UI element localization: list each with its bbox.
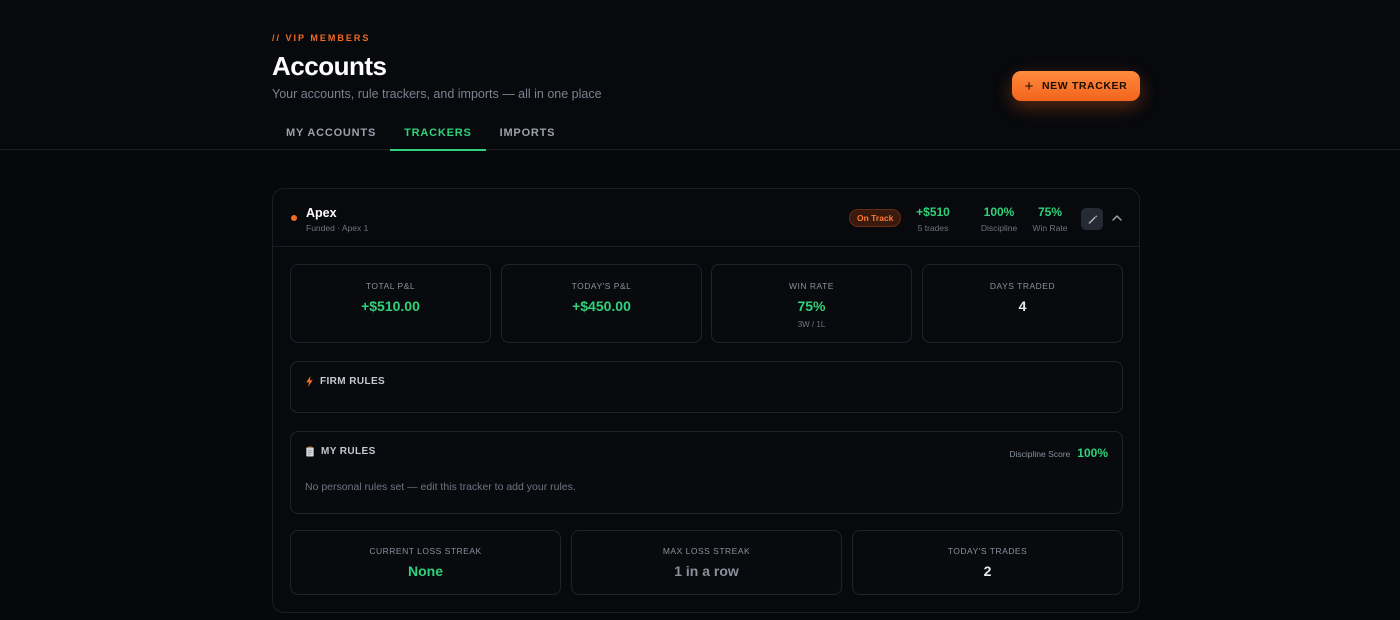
stat-current-loss-streak-value: None <box>408 563 443 579</box>
stat-max-loss-streak: MAX LOSS STREAK 1 in a row <box>571 530 842 595</box>
stat-max-loss-streak-value: 1 in a row <box>674 563 739 579</box>
header-stat-discipline-label: Discipline <box>980 223 1018 233</box>
stat-today-trades-value: 2 <box>983 563 992 579</box>
header-stat-winrate: 75% Win Rate <box>1028 205 1072 233</box>
stat-total-pnl: TOTAL P&L +$510.00 <box>290 264 491 343</box>
stat-total-pnl-label: TOTAL P&L <box>365 281 416 291</box>
tab-imports[interactable]: IMPORTS <box>486 114 570 151</box>
lightning-icon <box>306 376 313 387</box>
stat-today-trades-label: TODAY'S TRADES <box>947 546 1028 556</box>
stat-days-traded-label: DAYS TRADED <box>989 281 1056 291</box>
new-tracker-label: NEW TRACKER <box>1042 80 1128 92</box>
stat-days-traded-value: 4 <box>1018 298 1027 314</box>
clipboard-icon <box>306 446 314 457</box>
my-rules-title: MY RULES <box>305 446 376 457</box>
my-rules-panel: MY RULES Discipline Score 100% No person… <box>290 431 1123 514</box>
my-rules-title-text: MY RULES <box>321 446 376 457</box>
page-header <box>0 0 1400 150</box>
firm-rules-title-text: FIRM RULES <box>320 376 386 387</box>
firm-rules-panel: FIRM RULES <box>290 361 1123 413</box>
status-dot <box>291 215 297 221</box>
tracker-card: Apex Funded · Apex 1 On Track +$510 5 tr… <box>272 188 1140 613</box>
header-stat-discipline: 100% Discipline <box>975 205 1023 233</box>
pencil-icon <box>1088 214 1097 224</box>
tab-bar: MY ACCOUNTS TRACKERS IMPORTS <box>272 114 569 151</box>
discipline-score-label: Discipline Score <box>1009 449 1071 459</box>
header-stat-discipline-value: 100% <box>983 205 1015 219</box>
stat-win-rate-sub: 3W / 1L <box>797 320 826 329</box>
header-stat-pnl-value: +$510 <box>916 205 950 219</box>
stat-max-loss-streak-label: MAX LOSS STREAK <box>662 546 751 556</box>
new-tracker-button[interactable]: + NEW TRACKER <box>1012 71 1140 101</box>
header-stat-pnl: +$510 5 trades <box>909 205 957 233</box>
stat-win-rate: WIN RATE 75% 3W / 1L <box>711 264 912 343</box>
tab-my-accounts[interactable]: MY ACCOUNTS <box>272 114 390 151</box>
stat-today-trades: TODAY'S TRADES 2 <box>852 530 1123 595</box>
stat-today-pnl-label: TODAY'S P&L <box>571 281 632 291</box>
chevron-up-icon[interactable] <box>1110 211 1124 225</box>
stat-current-loss-streak: CURRENT LOSS STREAK None <box>290 530 561 595</box>
firm-rules-title: FIRM RULES <box>305 376 385 387</box>
header-stat-pnl-label: 5 trades <box>917 223 949 233</box>
header-stat-winrate-label: Win Rate <box>1032 223 1068 233</box>
stat-total-pnl-value: +$510.00 <box>361 298 420 314</box>
status-badge: On Track <box>849 209 902 227</box>
edit-tracker-button[interactable] <box>1081 208 1103 230</box>
header-stat-winrate-value: 75% <box>1037 205 1063 219</box>
tab-trackers[interactable]: TRACKERS <box>390 114 486 151</box>
stat-win-rate-label: WIN RATE <box>789 281 834 291</box>
stat-win-rate-value: 75% <box>797 298 826 314</box>
tracker-subtitle: Funded · Apex 1 <box>306 223 369 233</box>
discipline-score: Discipline Score 100% <box>1009 446 1108 460</box>
plus-icon: + <box>1024 77 1034 95</box>
stat-days-traded: DAYS TRADED 4 <box>922 264 1123 343</box>
section-eyebrow: // VIP MEMBERS <box>272 33 371 43</box>
stat-current-loss-streak-label: CURRENT LOSS STREAK <box>369 546 482 556</box>
discipline-score-value: 100% <box>1077 446 1108 460</box>
tracker-card-header[interactable]: Apex Funded · Apex 1 On Track +$510 5 tr… <box>273 189 1139 247</box>
tracker-name: Apex <box>306 206 337 220</box>
stat-today-pnl-value: +$450.00 <box>572 298 631 314</box>
page-subtitle: Your accounts, rule trackers, and import… <box>272 87 602 101</box>
page-title: Accounts <box>272 51 387 81</box>
stat-today-pnl: TODAY'S P&L +$450.00 <box>501 264 702 343</box>
my-rules-empty-text: No personal rules set — edit this tracke… <box>305 481 576 493</box>
